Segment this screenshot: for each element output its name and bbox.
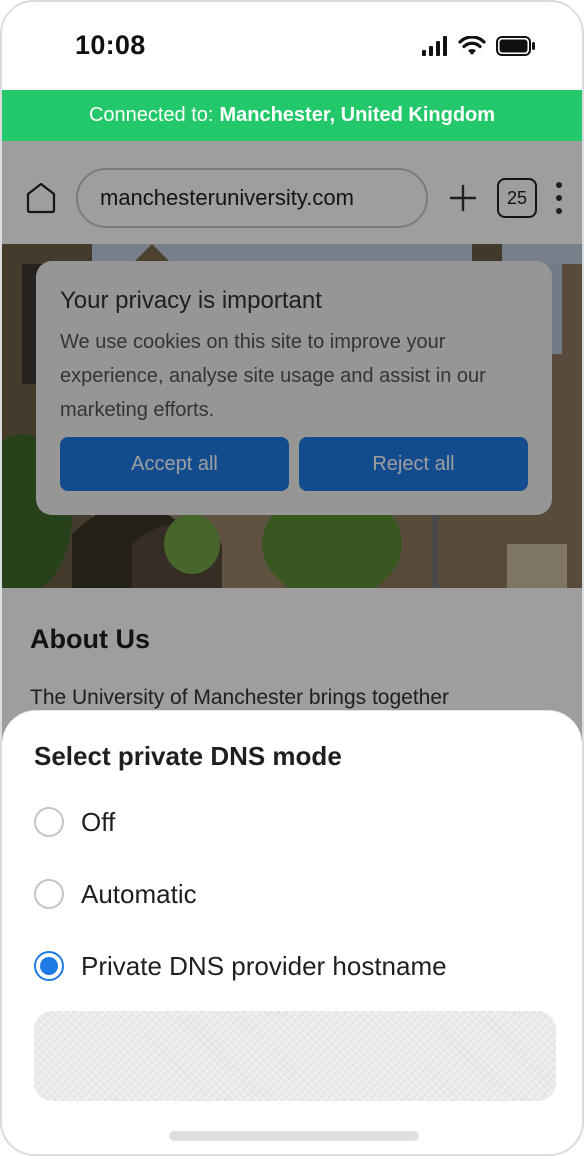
option-label: Automatic [81,878,197,909]
option-off[interactable]: Off [34,802,115,842]
status-icons [422,34,536,58]
vpn-status-banner: Connected to: Manchester, United Kingdom [2,90,582,141]
vpn-prefix: Connected to: [88,104,214,126]
radio-dot [40,957,58,975]
battery-icon [496,36,535,56]
sheet-title: Select private DNS mode [34,741,342,771]
radio-button-selected[interactable] [34,951,64,981]
home-indicator[interactable] [169,1131,419,1141]
option-label: Private DNS provider hostname [81,950,447,981]
status-bar: 10:08 [2,2,582,90]
hostname-input[interactable] [34,1011,556,1101]
status-time: 10:08 [75,30,146,60]
radio-button[interactable] [34,879,64,909]
phone-frame: 10:08 Connected to: Manchester, United K [0,0,584,1156]
cellular-signal-icon [422,36,447,56]
option-hostname[interactable]: Private DNS provider hostname [34,946,447,986]
wifi-icon [458,36,486,55]
radio-button[interactable] [34,807,64,837]
option-label: Off [81,806,116,837]
dns-mode-sheet: Select private DNS mode Off Automatic Pr… [2,710,582,1154]
option-automatic[interactable]: Automatic [34,874,197,914]
vpn-location: Manchester, United Kingdom [219,104,496,126]
